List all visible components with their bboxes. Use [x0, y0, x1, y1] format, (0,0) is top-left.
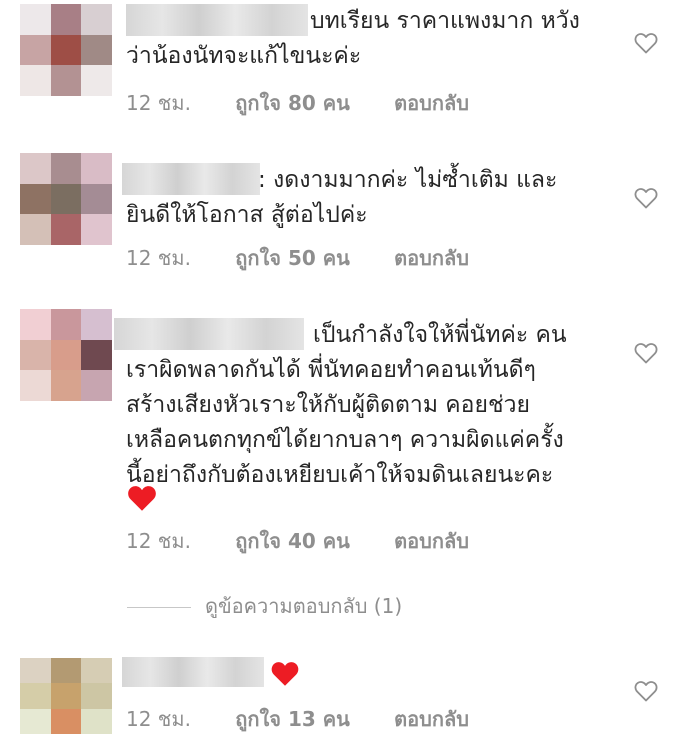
red-heart-emoji [128, 486, 156, 511]
comment-text-line: สร้างเสียงหัวเราะให้กับผู้ติดตาม คอยช่วย [126, 392, 530, 418]
likes-count[interactable]: ถูกใจ 80 คน [235, 87, 350, 119]
heart-outline-icon[interactable] [634, 187, 658, 209]
comment-text-line: เป็นกำลังใจให้พี่นัทค่ะ คน [313, 322, 567, 348]
reply-button[interactable]: ตอบกลับ [394, 525, 469, 557]
reply-button[interactable]: ตอบกลับ [394, 87, 469, 119]
heart-outline-icon[interactable] [634, 680, 658, 702]
avatar[interactable] [20, 658, 112, 734]
redacted-username[interactable] [114, 318, 304, 350]
comment-meta: 12 ชม. ถูกใจ 40 คน ตอบกลับ [126, 525, 469, 557]
likes-count[interactable]: ถูกใจ 13 คน [235, 703, 350, 735]
likes-count[interactable]: ถูกใจ 40 คน [235, 525, 350, 557]
redacted-username[interactable] [122, 163, 260, 195]
heart-outline-icon[interactable] [634, 342, 658, 364]
red-heart-emoji [271, 662, 299, 686]
likes-count[interactable]: ถูกใจ 50 คน [235, 242, 350, 274]
comment-text-line: : งดงามมากค่ะ ไม่ซ้ำเติม และ [258, 167, 558, 193]
redacted-username[interactable] [122, 657, 264, 687]
avatar[interactable] [20, 309, 112, 401]
comment-meta: 12 ชม. ถูกใจ 13 คน ตอบกลับ [126, 703, 469, 735]
redacted-username[interactable] [126, 4, 308, 36]
view-replies-label: ดูข้อความตอบกลับ (1) [205, 594, 403, 618]
timestamp: 12 ชม. [126, 246, 191, 270]
comment-text-line: เหลือคนตกทุกข์ได้ยากบลาๆ ความผิดแค่ครั้ง [126, 427, 564, 453]
comment-text-line: เราผิดพลาดกันได้ พี่นัทคอยทำคอนเท้นดีๆ [126, 357, 536, 383]
reply-button[interactable]: ตอบกลับ [394, 242, 469, 274]
comment-text-line: นี้อย่าถึงกับต้องเหยียบเค้าให้จมดินเลยนะ… [126, 462, 554, 488]
avatar[interactable] [20, 4, 112, 96]
timestamp: 12 ชม. [126, 529, 191, 553]
comment-text-line: ยินดีให้โอกาส สู้ต่อไปค่ะ [126, 202, 368, 228]
heart-outline-icon[interactable] [634, 32, 658, 54]
comment-meta: 12 ชม. ถูกใจ 80 คน ตอบกลับ [126, 87, 469, 119]
comment-meta: 12 ชม. ถูกใจ 50 คน ตอบกลับ [126, 242, 469, 274]
timestamp: 12 ชม. [126, 91, 191, 115]
comment-text-line: บทเรียน ราคาแพงมาก หวัง [310, 8, 580, 34]
reply-button[interactable]: ตอบกลับ [394, 703, 469, 735]
timestamp: 12 ชม. [126, 707, 191, 731]
view-replies-link[interactable]: ดูข้อความตอบกลับ (1) [127, 590, 402, 622]
comment-text-line: ว่าน้องนัทจะแก้ไขนะค่ะ [126, 43, 362, 69]
avatar[interactable] [20, 153, 112, 245]
divider-line [127, 607, 191, 608]
